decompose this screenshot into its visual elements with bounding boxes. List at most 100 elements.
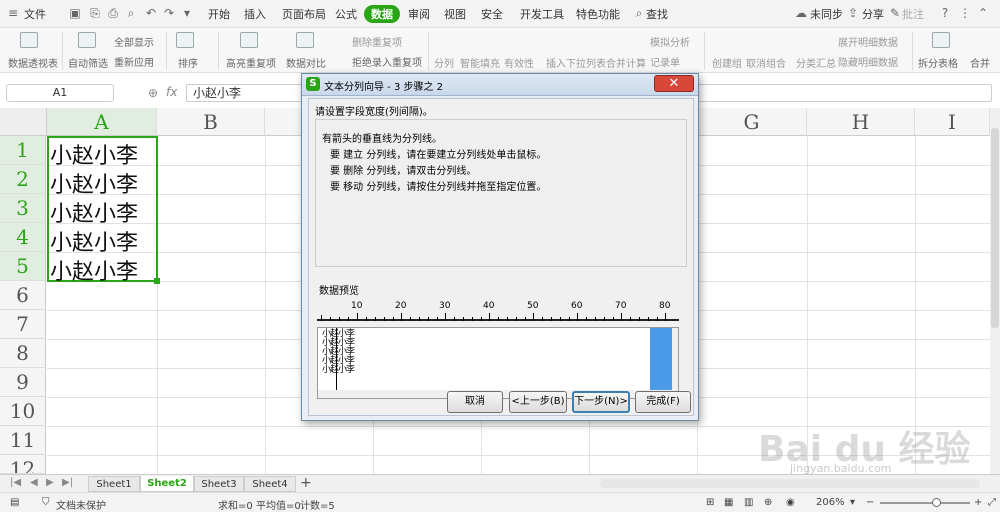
record-form-button[interactable]: 记录单 <box>650 54 680 69</box>
cell-a4[interactable]: 小赵小李 <box>50 225 138 257</box>
menu-icon[interactable]: ≡ <box>6 6 20 20</box>
auto-filter-button[interactable]: 自动筛选 <box>68 55 108 70</box>
zoom-in-button[interactable]: + <box>974 497 982 508</box>
smart-fill-button[interactable]: 智能填充 <box>460 55 500 70</box>
sheet-tab-2[interactable]: Sheet2 <box>140 476 194 492</box>
row-header[interactable]: 7 <box>0 310 46 339</box>
zoom-dropdown-icon[interactable]: ▾ <box>850 497 855 508</box>
expand-icon[interactable]: ⤢ <box>988 497 996 508</box>
zoom-slider[interactable] <box>880 502 970 504</box>
show-all-button[interactable]: 全部显示 <box>114 34 154 49</box>
reading-mode-icon[interactable]: ⊕ <box>764 497 772 508</box>
comment-button[interactable]: 批注 <box>902 6 924 22</box>
text-to-columns-button[interactable]: 分列 <box>434 55 454 70</box>
sheet-tab-1[interactable]: Sheet1 <box>88 476 140 492</box>
export-icon[interactable]: ⎘ <box>88 6 102 20</box>
column-ruler[interactable]: 10 20 30 40 50 60 70 80 <box>317 299 679 321</box>
tab-developer[interactable]: 开发工具 <box>520 6 564 22</box>
column-header-a[interactable]: A <box>47 108 157 136</box>
reject-duplicates-button[interactable]: 拒绝录入重复项 <box>352 54 422 69</box>
merge-button[interactable]: 合并 <box>970 55 990 70</box>
page-layout-icon[interactable]: ▦ <box>724 497 733 508</box>
hide-detail-button[interactable]: 隐藏明细数据 <box>838 54 898 69</box>
last-sheet-icon[interactable]: ▶| <box>62 477 73 488</box>
add-sheet-button[interactable]: + <box>300 475 312 491</box>
highlight-duplicates-button[interactable]: 高亮重复项 <box>226 55 276 70</box>
finish-button[interactable]: 完成(F) <box>635 391 691 413</box>
close-button[interactable]: ✕ <box>654 75 694 92</box>
cell-a5[interactable]: 小赵小李 <box>50 254 138 286</box>
search-icon[interactable]: ⌕ <box>632 6 646 20</box>
search-label[interactable]: 查找 <box>646 6 668 22</box>
data-compare-button[interactable]: 数据对比 <box>286 55 326 70</box>
cell-a1[interactable]: 小赵小李 <box>50 138 138 170</box>
column-header-b[interactable]: B <box>157 108 265 136</box>
tab-security[interactable]: 安全 <box>481 6 503 22</box>
next-sheet-icon[interactable]: ▶ <box>46 477 54 488</box>
row-header[interactable]: 8 <box>0 339 46 368</box>
what-if-button[interactable]: 模拟分析 <box>650 34 690 49</box>
name-box[interactable]: A1 <box>6 84 114 102</box>
tab-review[interactable]: 审阅 <box>408 6 430 22</box>
select-all-corner[interactable] <box>0 108 47 136</box>
zoom-slider-handle[interactable] <box>932 498 941 507</box>
preview-vertical-scrollbar[interactable] <box>672 328 678 390</box>
subtotal-button[interactable]: 分类汇总 <box>796 55 836 70</box>
row-header[interactable]: 2 <box>0 165 46 194</box>
row-header[interactable]: 12 <box>0 455 46 474</box>
help-icon[interactable]: ? <box>938 6 952 20</box>
comment-icon[interactable]: ✎ <box>888 6 902 20</box>
next-button[interactable]: 下一步(N)> <box>572 391 630 413</box>
normal-view-icon[interactable]: ⊞ <box>706 497 714 508</box>
sheet-tab-4[interactable]: Sheet4 <box>244 476 296 492</box>
ungroup-button[interactable]: 取消组合 <box>746 55 786 70</box>
dialog-title-bar[interactable]: S 文本分列向导 - 3 步骤之 2 ✕ <box>302 74 698 96</box>
cell-a3[interactable]: 小赵小李 <box>50 196 138 228</box>
pivot-table-button[interactable]: 数据透视表 <box>8 55 58 70</box>
insert-dropdown-button[interactable]: 插入下拉列表 <box>546 55 606 70</box>
more-icon[interactable]: ⋮ <box>958 6 972 20</box>
tab-features[interactable]: 特色功能 <box>576 6 620 22</box>
scroll-thumb[interactable] <box>991 128 999 328</box>
protect-status[interactable]: 文档未保护 <box>56 497 106 512</box>
tab-data[interactable]: 数据 <box>364 5 400 23</box>
redo-icon[interactable]: ↷ <box>162 6 176 20</box>
row-header[interactable]: 6 <box>0 281 46 310</box>
share-icon[interactable]: ⇪ <box>846 6 860 20</box>
cancel-button[interactable]: 取消 <box>447 391 503 413</box>
back-button[interactable]: <上一步(B) <box>509 391 567 413</box>
consolidate-button[interactable]: 合并计算 <box>606 55 646 70</box>
column-header-h[interactable]: H <box>807 108 915 136</box>
show-detail-button[interactable]: 展开明细数据 <box>838 34 898 49</box>
reapply-button[interactable]: 重新应用 <box>114 54 154 69</box>
save-icon[interactable]: ▣ <box>68 6 82 20</box>
zoom-out-button[interactable]: − <box>866 497 874 508</box>
share-button[interactable]: 分享 <box>862 6 884 22</box>
tab-insert[interactable]: 插入 <box>244 6 266 22</box>
fx-icon[interactable]: fx <box>166 85 177 99</box>
data-preview-box[interactable]: 小赵小李 小赵小李 小赵小李 小赵小李 小赵小李 <box>317 327 679 399</box>
sync-status[interactable]: 未同步 <box>810 6 843 22</box>
tab-page-layout[interactable]: 页面布局 <box>282 6 326 22</box>
doc-icon[interactable]: ▤ <box>10 497 19 508</box>
row-header[interactable]: 1 <box>0 136 46 165</box>
tab-view[interactable]: 视图 <box>444 6 466 22</box>
row-header[interactable]: 3 <box>0 194 46 223</box>
eye-icon[interactable]: ◉ <box>786 497 795 508</box>
remove-duplicates-button[interactable]: 删除重复项 <box>352 34 402 49</box>
tab-home[interactable]: 开始 <box>208 6 230 22</box>
cell-a2[interactable]: 小赵小李 <box>50 167 138 199</box>
create-group-button[interactable]: 创建组 <box>712 55 742 70</box>
vertical-scrollbar[interactable] <box>990 108 1000 474</box>
row-header[interactable]: 4 <box>0 223 46 252</box>
row-header[interactable]: 10 <box>0 397 46 426</box>
page-break-icon[interactable]: ▥ <box>744 497 753 508</box>
sheet-tab-3[interactable]: Sheet3 <box>194 476 244 492</box>
collapse-icon[interactable]: ⌃ <box>976 6 990 20</box>
sort-button[interactable]: 排序 <box>178 55 198 70</box>
file-menu[interactable]: 文件 <box>24 6 46 22</box>
validation-button[interactable]: 有效性 <box>504 55 534 70</box>
zoom-icon[interactable]: ⊕ <box>148 86 158 100</box>
horizontal-scrollbar[interactable] <box>600 479 980 488</box>
undo-icon[interactable]: ↶ <box>144 6 158 20</box>
